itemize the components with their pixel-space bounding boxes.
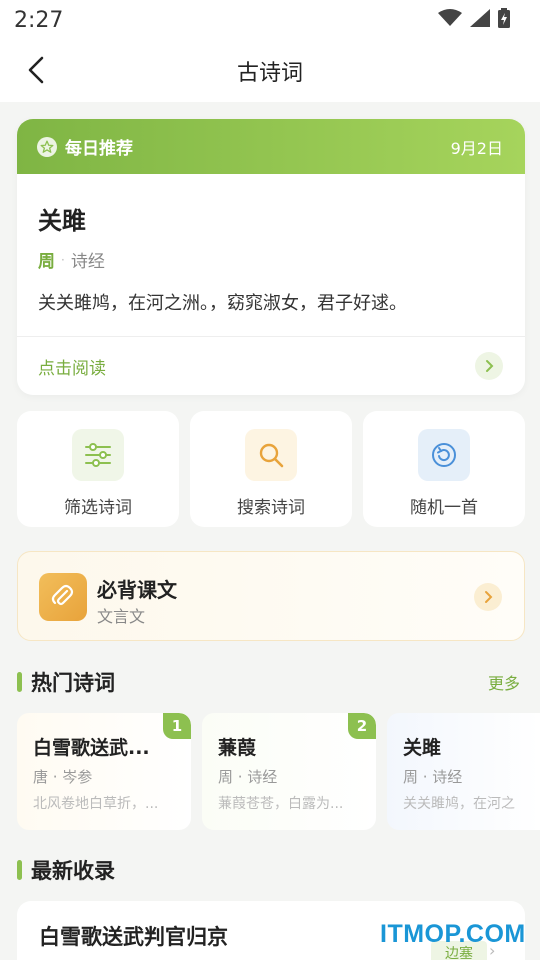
rank-badge: 1 [163,713,191,739]
hot-poem-card[interactable]: 1 白雪歌送武... 唐 · 岑参 北风卷地白草折，... [17,713,191,830]
chevron-right-icon [485,591,493,603]
daily-header: 每日推荐 9月2日 [17,119,525,174]
filter-poems-label: 筛选诗词 [64,498,132,518]
battery-icon [498,8,510,32]
section-accent-bar [17,860,22,880]
recite-title: 必背课文 [97,578,177,602]
daily-poem-line: 关关雎鸠，在河之洲。，窈窕淑女，君子好逑。 [38,293,407,314]
recite-arrow-button[interactable] [474,583,502,611]
watermark-logo: ITMOP.COM [380,920,526,948]
must-recite-card[interactable]: 必背课文 文言文 [17,551,525,641]
filter-sliders-icon [72,429,124,481]
daily-dynasty: 周 [38,252,55,272]
daily-tag-label: 每日推荐 [65,139,133,159]
read-arrow-button[interactable] [475,352,503,380]
signal-icon [470,9,490,31]
chevron-left-icon [28,56,44,84]
star-icon [37,136,57,157]
search-poems-button[interactable]: 搜索诗词 [190,411,352,527]
search-icon [245,429,297,481]
random-poem-label: 随机一首 [410,498,478,518]
hot-poem-card[interactable]: 2 蒹葭 周 · 诗经 蒹葭苍苍，白露为... [202,713,376,830]
divider [17,336,525,337]
status-bar: 2:27 [0,0,540,40]
daily-date: 9月2日 [450,138,503,158]
meta-separator: · [61,252,65,267]
refresh-icon [418,429,470,481]
daily-collection: 诗经 [70,252,105,272]
chevron-right-icon [486,360,494,372]
hot-poem-meta: 周 · 诗经 [403,768,463,786]
daily-poem-title: 关雎 [38,207,86,235]
newest-section-title: 最新收录 [31,859,115,883]
hot-more-link[interactable]: 更多 [488,670,520,694]
read-link[interactable]: 点击阅读 [38,354,106,379]
hot-poem-list[interactable]: 1 白雪歌送武... 唐 · 岑参 北风卷地白草折，... 2 蒹葭 周 · 诗… [17,713,540,831]
newest-section-header: 最新收录 [17,855,525,885]
newest-poem-title: 白雪歌送武判官归京 [39,925,228,949]
daily-tag: 每日推荐 [37,134,133,159]
status-time: 2:27 [14,7,64,33]
hot-poem-line: 北风卷地白草折，... [33,796,159,812]
status-icons [438,8,510,32]
hot-poem-meta: 周 · 诗经 [218,768,278,786]
rank-badge: 2 [348,713,376,739]
nav-bar: 古诗词 [0,40,540,102]
daily-poem-meta: 周 · 诗经 [38,247,105,272]
filter-poems-button[interactable]: 筛选诗词 [17,411,179,527]
section-accent-bar [17,672,22,692]
hot-poem-line: 蒹葭苍苍，白露为... [218,796,344,812]
hot-section-header: 热门诗词 更多 [17,667,525,697]
hot-section-title: 热门诗词 [31,671,115,695]
page-title: 古诗词 [236,61,303,86]
hot-poem-title: 白雪歌送武... [33,737,150,759]
hot-poem-meta: 唐 · 岑参 [33,768,93,786]
hot-poem-card[interactable]: 关雎 周 · 诗经 关关雎鸠，在河之 [387,713,540,830]
recite-subtitle: 文言文 [97,607,146,626]
back-button[interactable] [18,52,54,88]
daily-recommend-card[interactable]: 每日推荐 9月2日 关雎 周 · 诗经 关关雎鸠，在河之洲。，窈窕淑女，君子好逑… [17,119,525,395]
wifi-icon [438,9,462,31]
random-poem-button[interactable]: 随机一首 [363,411,525,527]
paperclip-icon [39,573,87,621]
hot-poem-title: 蒹葭 [218,737,257,759]
search-poems-label: 搜索诗词 [237,498,305,518]
hot-poem-title: 关雎 [403,737,442,759]
hot-poem-line: 关关雎鸠，在河之 [403,796,515,812]
